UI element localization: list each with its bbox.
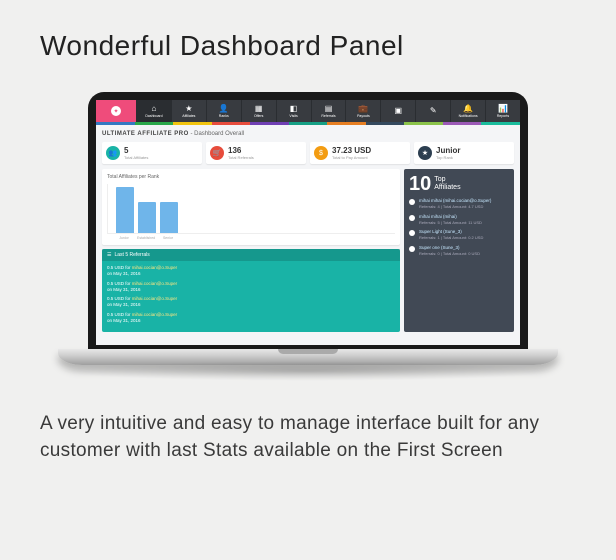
nav-item-3[interactable]: ▦Offers (241, 100, 276, 122)
stat-value: Junior (436, 146, 460, 155)
list-icon: ☰ (107, 252, 111, 258)
stat-card: 👥 5Total Affiliates (102, 142, 202, 164)
top-affiliates-panel: 10 TopAffiliates mihai mihai (mihai.coci… (404, 169, 514, 332)
nav-icon: ✎ (430, 107, 437, 115)
chart-bar (116, 187, 134, 233)
stat-label: Total to Pay Amount (332, 155, 371, 160)
stat-label: Total Affiliates (124, 155, 148, 160)
stat-label: Total Referrals (228, 155, 254, 160)
stat-value: 37.23 USD (332, 146, 371, 155)
nav-icon: ★ (185, 105, 192, 113)
nav-icon: 🔔 (463, 105, 473, 113)
nav-icon: 📊 (498, 105, 508, 113)
affiliate-item: mihai mihai (mihai.cocian@o.Super)Referr… (409, 198, 509, 210)
stat-icon: ★ (418, 146, 432, 160)
nav-label: Payouts (357, 114, 370, 118)
breadcrumb: ULTIMATE AFFILIATE PRO - Dashboard Overa… (102, 131, 514, 137)
nav-item-0[interactable]: ⌂Dashboard (136, 100, 171, 122)
laptop-mockup: ✦ ⌂Dashboard★Affiliates👤Ranks▦Offers◧Vis… (88, 92, 528, 381)
stat-cards: 👥 5Total Affiliates 🛒 136Total Referrals $37… (102, 142, 514, 164)
nav-item-1[interactable]: ★Affiliates (171, 100, 206, 122)
referral-item: 0.5 USD for mihai.cocian@o.Superon May 3… (107, 312, 395, 325)
top-nav: ✦ ⌂Dashboard★Affiliates👤Ranks▦Offers◧Vis… (96, 100, 520, 122)
page-description: A very intuitive and easy to manage inte… (40, 411, 576, 464)
referrals-header: ☰ Last 5 Referrals (102, 249, 400, 261)
affiliate-item: Super Light (Sune_3)Referrals: 1 | Total… (409, 229, 509, 241)
nav-item-10[interactable]: 📊Reports (485, 100, 520, 122)
nav-item-4[interactable]: ◧Visits (276, 100, 311, 122)
stat-label: Top Rank (436, 155, 460, 160)
nav-label: Visits (289, 114, 297, 118)
stat-card: $37.23 USDTotal to Pay Amount (310, 142, 410, 164)
page-title: Wonderful Dashboard Panel (40, 30, 576, 62)
affiliate-item: Super one (Sune_3)Referrals: 0 | Total A… (409, 245, 509, 257)
stat-icon: 👥 (106, 146, 120, 160)
stat-icon: $ (314, 146, 328, 160)
stat-card: 🛒 136Total Referrals (206, 142, 306, 164)
stat-icon: 🛒 (210, 146, 224, 160)
nav-icon: ◧ (290, 105, 298, 113)
nav-label: Referrals (321, 114, 335, 118)
nav-item-6[interactable]: 💼Payouts (345, 100, 380, 122)
nav-label: Notifications (459, 114, 478, 118)
logo-icon: ✦ (111, 106, 121, 116)
affiliate-item: mihai mihai (mihai)Referrals: 5 | Total … (409, 214, 509, 226)
nav-icon: ▦ (255, 105, 263, 113)
referral-item: 0.5 USD for mihai.cocian@o.Superon May 3… (107, 281, 395, 294)
stat-value: 5 (124, 146, 148, 155)
nav-item-9[interactable]: 🔔Notifications (450, 100, 485, 122)
nav-label: Ranks (219, 114, 229, 118)
stat-value: 136 (228, 146, 254, 155)
nav-icon: ⌂ (152, 105, 157, 113)
dashboard-screen: ✦ ⌂Dashboard★Affiliates👤Ranks▦Offers◧Vis… (96, 100, 520, 345)
nav-icon: ▤ (325, 105, 333, 113)
nav-label: Affiliates (182, 114, 195, 118)
chart-bar (160, 202, 178, 233)
nav-icon: ▣ (395, 107, 403, 115)
nav-label: Dashboard (145, 114, 162, 118)
referral-item: 0.5 USD for mihai.cocian@o.Superon May 3… (107, 296, 395, 309)
nav-item-5[interactable]: ▤Referrals (311, 100, 346, 122)
nav-label: Offers (254, 114, 263, 118)
nav-icon: 👤 (219, 105, 229, 113)
nav-item-2[interactable]: 👤Ranks (206, 100, 241, 122)
referrals-panel: ☰ Last 5 Referrals 0.5 USD for mihai.coc… (102, 249, 400, 332)
referral-item: 0.5 USD for mihai.cocian@o.Superon May 3… (107, 265, 395, 278)
top-number: 10 (409, 174, 431, 194)
chart-title: Total Affiliates per Rank (107, 174, 395, 180)
bar-chart (107, 184, 395, 234)
nav-item-7[interactable]: ▣ (380, 100, 415, 122)
accent-bar (96, 122, 520, 125)
stat-card: ★ JuniorTop Rank (414, 142, 514, 164)
app-logo[interactable]: ✦ (96, 100, 136, 122)
top-title: TopAffiliates (434, 176, 460, 191)
chart-bar (138, 202, 156, 233)
chart-panel: Total Affiliates per Rank JuniorEstablis… (102, 169, 400, 245)
nav-icon: 💼 (358, 105, 368, 113)
nav-label: Reports (497, 114, 509, 118)
nav-item-8[interactable]: ✎ (415, 100, 450, 122)
